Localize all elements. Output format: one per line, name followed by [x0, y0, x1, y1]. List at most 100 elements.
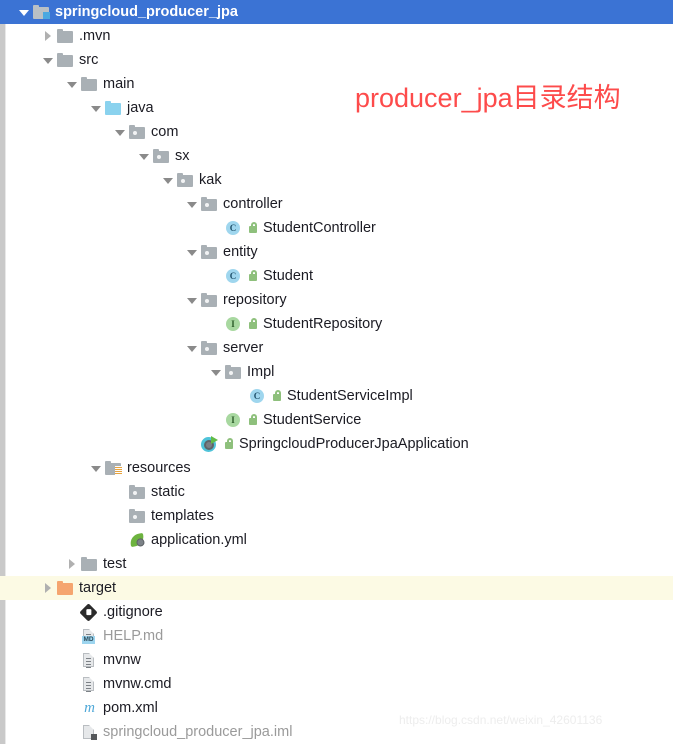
tree-row-label: controller — [223, 196, 283, 212]
folder-icon — [57, 28, 74, 44]
twisty-placeholder — [210, 414, 222, 426]
tree-row-label: pom.xml — [103, 700, 158, 716]
public-lock-icon — [247, 221, 259, 235]
chevron-down-icon[interactable] — [186, 198, 198, 210]
tree-row-label: StudentRepository — [263, 316, 383, 332]
package-folder-icon — [153, 148, 170, 164]
tree-row-label: application.yml — [151, 532, 247, 548]
twisty-placeholder — [66, 654, 78, 666]
tree-row-label: repository — [223, 292, 287, 308]
markdown-file-icon: MD — [81, 628, 98, 644]
twisty-placeholder — [186, 438, 198, 450]
public-lock-icon — [223, 437, 235, 451]
tree-row[interactable]: controller — [0, 192, 673, 216]
chevron-down-icon[interactable] — [90, 462, 102, 474]
chevron-down-icon[interactable] — [186, 246, 198, 258]
twisty-placeholder — [66, 606, 78, 618]
java-class-icon: C — [225, 268, 242, 284]
twisty-placeholder — [234, 390, 246, 402]
tree-row[interactable]: .gitignore — [0, 600, 673, 624]
chevron-down-icon[interactable] — [186, 294, 198, 306]
tree-row-label: java — [127, 100, 154, 116]
tree-row[interactable]: mvnw.cmd — [0, 672, 673, 696]
tree-row-label: kak — [199, 172, 222, 188]
tree-row[interactable]: test — [0, 552, 673, 576]
git-file-icon — [79, 603, 98, 622]
chevron-down-icon[interactable] — [66, 78, 78, 90]
package-folder-icon — [129, 124, 146, 140]
tree-row[interactable]: MD HELP.md — [0, 624, 673, 648]
tree-row[interactable]: C StudentServiceImpl — [0, 384, 673, 408]
java-interface-icon: I — [225, 412, 242, 428]
tree-row-label: StudentController — [263, 220, 376, 236]
tree-row[interactable]: kak — [0, 168, 673, 192]
tree-row-label: target — [79, 580, 117, 596]
chevron-right-icon[interactable] — [66, 558, 78, 570]
tree-row-label: Impl — [247, 364, 275, 380]
tree-row-label: mvnw — [103, 652, 141, 668]
chevron-right-icon[interactable] — [42, 582, 54, 594]
tree-row-label: main — [103, 76, 135, 92]
tree-row[interactable]: target — [0, 576, 673, 600]
chevron-right-icon[interactable] — [42, 30, 54, 42]
tree-row-label: src — [79, 52, 99, 68]
tree-row[interactable]: resources — [0, 456, 673, 480]
twisty-placeholder — [114, 510, 126, 522]
public-lock-icon — [247, 413, 259, 427]
tree-row[interactable]: src — [0, 48, 673, 72]
twisty-placeholder — [210, 318, 222, 330]
tree-row[interactable]: sx — [0, 144, 673, 168]
tree-row[interactable]: static — [0, 480, 673, 504]
twisty-placeholder — [66, 726, 78, 738]
tree-row[interactable]: mvnw — [0, 648, 673, 672]
tree-row-label: .mvn — [79, 28, 111, 44]
tree-row-label: springcloud_producer_jpa — [55, 4, 238, 20]
chevron-down-icon[interactable] — [138, 150, 150, 162]
annotation-text: producer_jpa目录结构 — [355, 83, 621, 113]
tree-row[interactable]: Impl — [0, 360, 673, 384]
chevron-down-icon[interactable] — [42, 54, 54, 66]
tree-row-label: resources — [127, 460, 191, 476]
tree-row[interactable]: repository — [0, 288, 673, 312]
chevron-down-icon[interactable] — [18, 6, 30, 18]
tree-row[interactable]: SpringcloudProducerJpaApplication — [0, 432, 673, 456]
tree-row[interactable]: .mvn — [0, 24, 673, 48]
tree-row-label: static — [151, 484, 185, 500]
tree-row[interactable]: application.yml — [0, 528, 673, 552]
folder-icon — [57, 52, 74, 68]
tree-row-label: com — [151, 124, 179, 140]
excluded-folder-icon — [57, 580, 74, 596]
twisty-placeholder — [114, 486, 126, 498]
tree-row-label: StudentService — [263, 412, 362, 428]
chevron-down-icon[interactable] — [114, 126, 126, 138]
tree-row[interactable]: server — [0, 336, 673, 360]
java-class-icon: C — [225, 220, 242, 236]
tree-row[interactable]: springcloud_producer_jpa — [0, 0, 673, 24]
source-folder-icon — [105, 100, 122, 116]
folder-icon — [81, 76, 98, 92]
tree-row-label: test — [103, 556, 127, 572]
twisty-placeholder — [66, 630, 78, 642]
tree-row[interactable]: com — [0, 120, 673, 144]
tree-row[interactable]: C StudentController — [0, 216, 673, 240]
tree-row[interactable]: I StudentRepository — [0, 312, 673, 336]
package-folder-icon — [225, 364, 242, 380]
tree-row[interactable]: I StudentService — [0, 408, 673, 432]
package-folder-icon — [201, 340, 218, 356]
tree-row[interactable]: C Student — [0, 264, 673, 288]
package-folder-icon — [201, 244, 218, 260]
text-file-icon — [81, 652, 98, 668]
tree-row[interactable]: templates — [0, 504, 673, 528]
chevron-down-icon[interactable] — [210, 366, 222, 378]
twisty-placeholder — [114, 534, 126, 546]
package-folder-icon — [129, 508, 146, 524]
chevron-down-icon[interactable] — [186, 342, 198, 354]
module-folder-icon — [33, 4, 50, 20]
tree-row[interactable]: entity — [0, 240, 673, 264]
chevron-down-icon[interactable] — [90, 102, 102, 114]
tree-row-label: server — [223, 340, 264, 356]
tree-row-label: StudentServiceImpl — [287, 388, 413, 404]
twisty-placeholder — [210, 222, 222, 234]
tree-row-label: SpringcloudProducerJpaApplication — [239, 436, 469, 452]
chevron-down-icon[interactable] — [162, 174, 174, 186]
